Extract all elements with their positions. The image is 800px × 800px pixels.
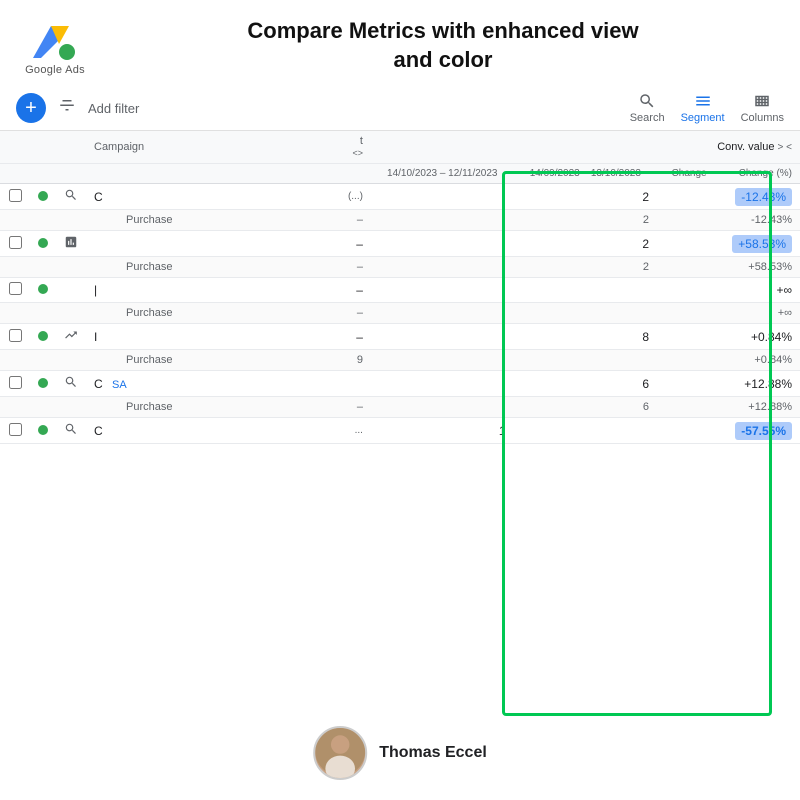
campaign-name: | [86,278,336,303]
status-dot [38,284,48,294]
search-button[interactable]: Search [630,92,665,124]
row-checkbox[interactable] [9,376,22,389]
table-row: | – +∞ [0,278,800,303]
toolbar: + Add filter Search Segment Columns [0,86,800,131]
search-label: Search [630,112,665,124]
table-row: Purchase – 6 +12.88% [0,397,800,418]
row-checkbox[interactable] [9,423,22,436]
table-header-row-1: Campaign t <> Conv. value > < [0,131,800,164]
status-dot [38,238,48,248]
segment-button[interactable]: Segment [681,92,725,124]
col-t: t <> [336,131,371,164]
table-row: Purchase – 2 -12.43% [0,210,800,231]
table-row: Purchase – 2 +58.53% [0,257,800,278]
search-icon [64,188,78,202]
col-checkbox [0,131,30,164]
col-change-pct-header: Change (%) [715,164,800,184]
col-date1-header: 14/10/2023 – 12/11/2023 [371,164,514,184]
segment-label: Segment [681,112,725,124]
google-ads-logo: Google Ads [20,16,90,76]
col-status [30,131,56,164]
search-icon [64,422,78,436]
change-pct-badge: -12.43% [735,188,792,206]
table-row: Purchase – +∞ [0,303,800,324]
row-checkbox[interactable] [9,189,22,202]
sub-label: Purchase [86,210,336,231]
logo-text: Google Ads [25,64,85,76]
columns-button[interactable]: Columns [741,92,784,124]
col-change-header: Change [657,164,715,184]
row-checkbox[interactable] [9,329,22,342]
status-dot [38,425,48,435]
add-button[interactable]: + [16,93,46,123]
row-checkbox[interactable] [9,282,22,295]
trend-icon [64,328,78,342]
sub-label: Purchase [86,303,336,324]
table-header-row-2: 14/10/2023 – 12/11/2023 14/09/2023 – 13/… [0,164,800,184]
search-icon [64,375,78,389]
columns-label: Columns [741,112,784,124]
sub-label: Purchase [86,397,336,418]
table-row: C ... 1 -57.55% [0,418,800,444]
table-row: C SA 6 +12.88% [0,371,800,397]
change-pct-badge: -57.55% [735,422,792,440]
campaign-name: C [86,184,336,210]
table-row: I – 8 +0.84% [0,324,800,350]
filter-icon-button[interactable] [54,93,80,124]
campaign-name [86,231,336,257]
campaigns-table: Campaign t <> Conv. value > < 14/10/ [0,131,800,444]
status-dot [38,331,48,341]
change-pct-badge: +58.53% [732,235,792,253]
table-row: Purchase 9 +0.84% [0,350,800,371]
col-date2-header: 14/09/2023 – 13/10/2023 [514,164,657,184]
avatar [313,726,367,780]
profile-name: Thomas Eccel [379,744,487,762]
sa-badge: SA [112,379,127,391]
col-icon [56,131,86,164]
campaign-name: C [86,418,336,444]
page-title-block: Compare Metrics with enhanced view and c… [106,17,780,74]
page-title: Compare Metrics with enhanced view and c… [106,17,780,74]
toolbar-right: Search Segment Columns [630,92,784,124]
page-header: Google Ads Compare Metrics with enhanced… [0,0,800,86]
sub-label: Purchase [86,257,336,278]
col-conv-value-group: Conv. value > < [371,131,800,164]
table-row: C (...) 2 -12.43% [0,184,800,210]
status-dot [38,191,48,201]
table-row: – 2 +58.53% [0,231,800,257]
profile-bar: Thomas Eccel [313,726,487,780]
status-dot [38,378,48,388]
data-table-area: Campaign t <> Conv. value > < 14/10/ [0,131,800,444]
col-campaign-header: Campaign [86,131,336,164]
chart-icon [64,235,78,249]
campaign-name: C SA [86,371,336,397]
campaign-name: I [86,324,336,350]
sub-label: Purchase [86,350,336,371]
row-checkbox[interactable] [9,236,22,249]
add-filter-label: Add filter [88,101,139,116]
